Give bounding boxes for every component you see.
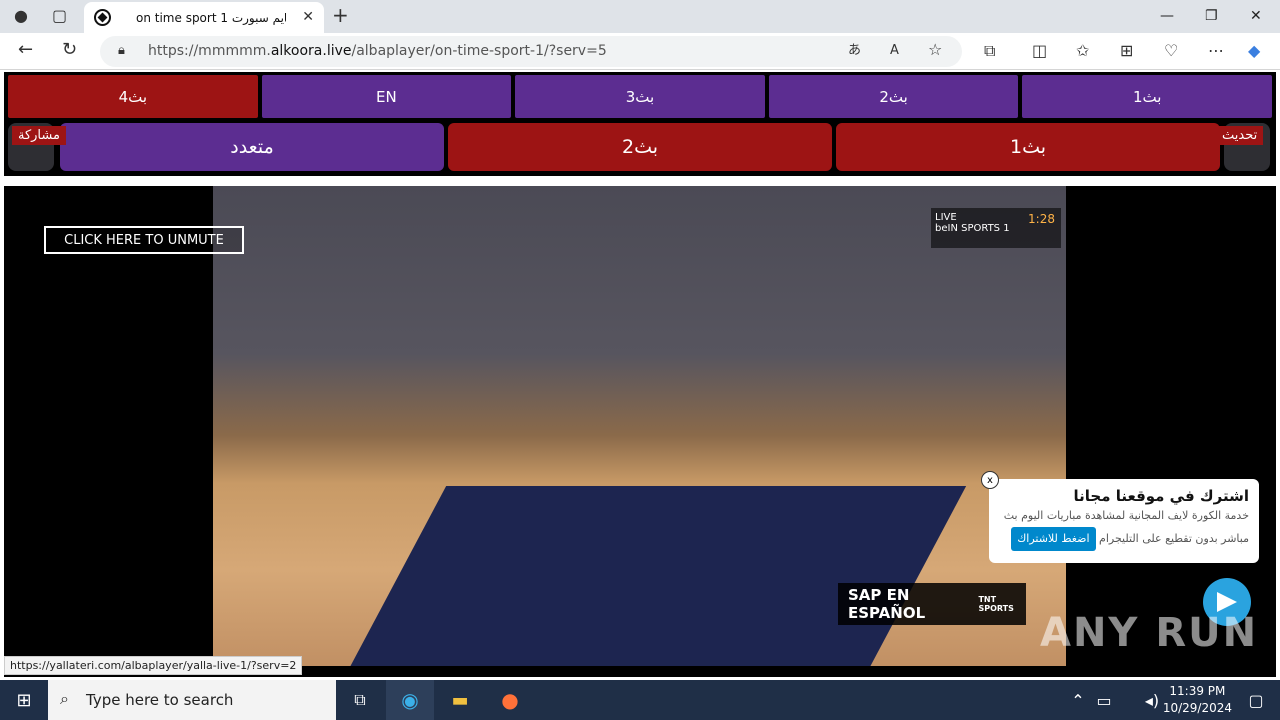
translate-icon[interactable]: あ [848, 43, 861, 59]
favorite-star-icon[interactable]: ☆ [928, 42, 942, 58]
server-en-button[interactable]: EN [261, 75, 512, 118]
window-close-icon[interactable]: ✕ [1250, 8, 1262, 24]
minimize-icon[interactable]: — [1160, 8, 1174, 24]
taskbar-search[interactable]: ⌕ Type here to search [48, 680, 336, 720]
browser-tab-bar: ● ▢ on time sport 1 اون تايم سبورت ✕ + —… [0, 0, 1280, 33]
new-tab-icon[interactable]: + [332, 5, 349, 25]
clock-time: 11:39 PM [1169, 684, 1226, 698]
url-prefix: https://mmmmm. [148, 43, 271, 59]
copilot-icon[interactable]: ◆ [1248, 43, 1260, 59]
tab-title: on time sport 1 اون تايم سبورت [136, 10, 286, 25]
windows-start-icon[interactable]: ⊞ [0, 680, 48, 720]
multi-stream-button[interactable]: متعدد [60, 123, 444, 171]
server-nav-row: بث4 EN بث3 بث2 بث1 [8, 75, 1272, 119]
reload-icon[interactable]: ↻ [62, 41, 77, 59]
anyrun-watermark: ANY RUN [1040, 610, 1259, 656]
status-link: https://yallateri.com/albaplayer/yalla-l… [4, 656, 303, 675]
video-player[interactable]: LIVE beIN SPORTS 1 1:28 SAP EN ESPAÑOL T… [213, 186, 1066, 666]
stream-1-button[interactable]: بث1 [836, 123, 1220, 171]
favorites-icon[interactable]: ✩ [1076, 43, 1089, 59]
share-label[interactable]: مشاركة [12, 126, 66, 145]
stream-nav-row: متعدد بث2 بث1 مشاركة تحديث [8, 123, 1272, 172]
address-bar[interactable]: 🔒︎ https://mmmmm.alkoora.live/albaplayer… [100, 36, 962, 67]
url-path: /albaplayer/on-time-sport-1/?serv=5 [351, 43, 607, 59]
active-tab[interactable]: on time sport 1 اون تايم سبورت ✕ [84, 2, 324, 33]
firefox-icon[interactable]: ● [486, 680, 534, 720]
notification-icon[interactable]: ▢ [1232, 680, 1280, 720]
collections-icon[interactable]: ⊞ [1120, 43, 1133, 59]
url-text: https://mmmmm.alkoora.live/albaplayer/on… [148, 43, 607, 59]
more-menu-icon[interactable]: ⋯ [1208, 43, 1224, 59]
horizontal-scrollbar[interactable] [4, 176, 1276, 186]
popup-text-2-label: مباشر بدون تقطيع على التليجرام [1099, 532, 1249, 545]
game-clock: 1:28 [1028, 212, 1055, 226]
tnt-overlay: SAP EN ESPAÑOL TNT SPORTS [838, 583, 1026, 625]
server-4-button[interactable]: بث4 [8, 75, 258, 118]
address-toolbar: ← ↻ 🔒︎ https://mmmmm.alkoora.live/albapl… [0, 33, 1280, 70]
restore-icon[interactable]: ❐ [1205, 8, 1218, 24]
profile-icon[interactable]: ● [14, 8, 28, 24]
split-screen-icon[interactable]: ◫ [1032, 43, 1047, 59]
soccer-ball-icon [94, 9, 111, 26]
stream-2-button[interactable]: بث2 [448, 123, 832, 171]
tab-close-icon[interactable]: ✕ [302, 9, 314, 25]
unmute-button[interactable]: CLICK HERE TO UNMUTE [44, 226, 244, 254]
taskbar: ⊞ ⌕ Type here to search ⧉ ◉ ▬ ● ⌃ ▭ ◂) 1… [0, 680, 1280, 720]
url-host: alkoora.live [270, 43, 352, 59]
back-icon[interactable]: ← [18, 41, 33, 59]
read-aloud-icon[interactable]: A [890, 43, 899, 59]
network-icon[interactable]: ▭ [1092, 680, 1116, 720]
file-explorer-icon[interactable]: ▬ [436, 680, 484, 720]
refresh-label[interactable]: تحديث [1216, 126, 1264, 145]
clock[interactable]: 11:39 PM 10/29/2024 [1163, 683, 1232, 717]
server-1-button[interactable]: بث1 [1022, 75, 1272, 118]
browser-essentials-icon[interactable]: ♡ [1164, 43, 1178, 59]
edge-icon[interactable]: ◉ [386, 680, 434, 720]
popup-text-1: خدمة الكورة لايف المجانية لمشاهدة مباريا… [1003, 509, 1249, 522]
page-content: بث4 EN بث3 بث2 بث1 متعدد بث2 بث1 مشاركة … [0, 70, 1280, 680]
server-2-button[interactable]: بث2 [768, 75, 1019, 118]
court-floor [339, 486, 967, 666]
popup-title: اشترك في موقعنا مجانا [1073, 487, 1250, 505]
volume-icon[interactable]: ◂) [1140, 680, 1164, 720]
extensions-icon[interactable]: ⧉ [984, 43, 995, 59]
tab-actions-icon[interactable]: ▢ [52, 8, 67, 24]
server-3-button[interactable]: بث3 [515, 75, 765, 118]
clock-date: 10/29/2024 [1162, 701, 1232, 715]
subscribe-button[interactable]: اضغط للاشتراك [1011, 527, 1096, 551]
score-bug: LIVE beIN SPORTS 1 1:28 [931, 208, 1061, 248]
subscribe-popup: x اشترك في موقعنا مجانا خدمة الكورة لايف… [981, 471, 1259, 563]
lock-icon[interactable]: 🔒︎ [118, 43, 125, 59]
search-placeholder: Type here to search [86, 691, 234, 709]
popup-close-button[interactable]: x [981, 471, 999, 489]
popup-text-2: مباشر بدون تقطيع على التليجرام اضغط للاش… [999, 527, 1249, 551]
sap-label: SAP EN ESPAÑOL [848, 586, 926, 622]
player-frame: بث4 EN بث3 بث2 بث1 متعدد بث2 بث1 مشاركة … [4, 72, 1276, 677]
task-view-icon[interactable]: ⧉ [336, 680, 384, 720]
search-icon: ⌕ [60, 689, 69, 708]
tnt-logo: TNT SPORTS [978, 595, 1014, 613]
